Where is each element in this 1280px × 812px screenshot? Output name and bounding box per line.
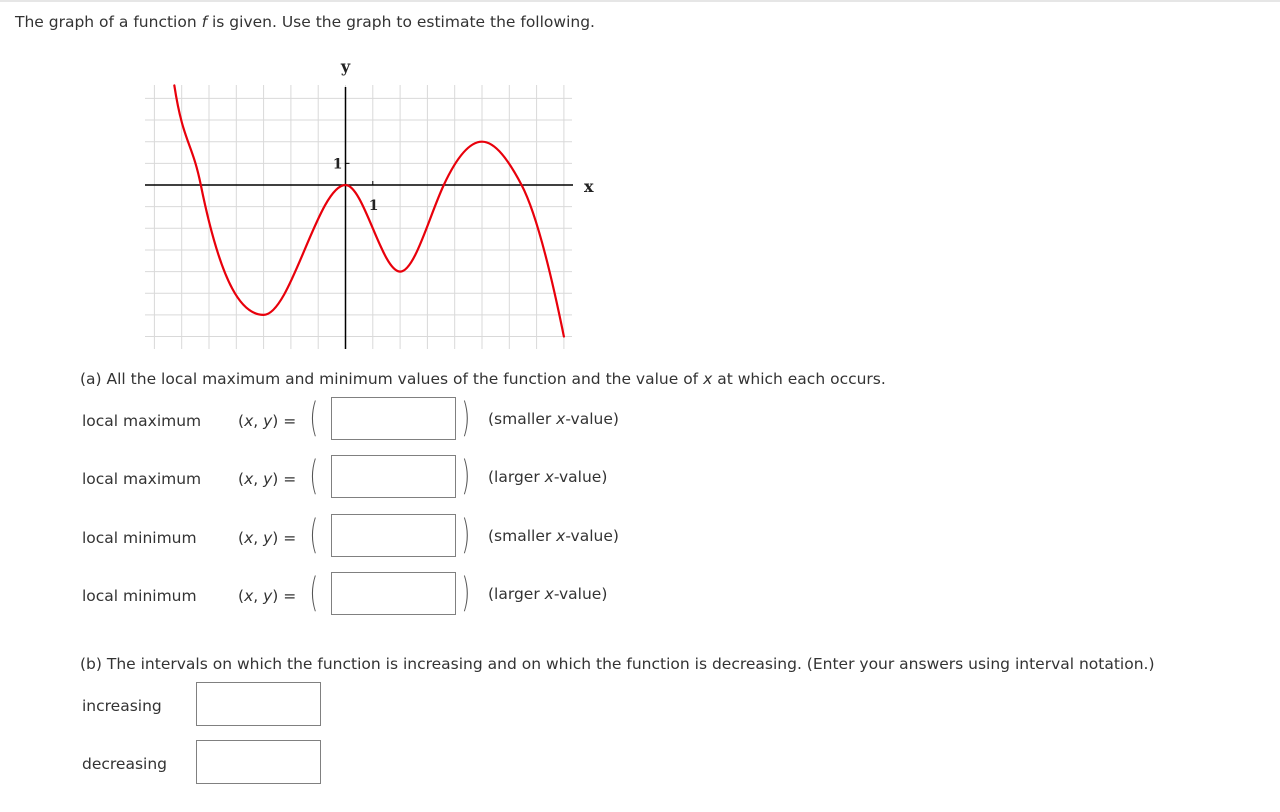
xy-close: ) = (272, 470, 297, 488)
part-a-prompt-start: (a) All the local maximum and minimum va… (80, 370, 704, 388)
note-open: (larger (488, 585, 545, 603)
note-open: (larger (488, 468, 545, 486)
xy-x: x (244, 529, 254, 547)
xy-equals-label: (x, y) = (238, 528, 296, 548)
x-axis-label: x (584, 177, 594, 196)
variable-x: x (703, 370, 713, 388)
xy-y: y (263, 412, 273, 430)
note-x: x (556, 410, 566, 428)
note-close: -value) (553, 468, 608, 486)
local-max-larger-x-input[interactable] (331, 455, 456, 498)
note-larger-x: (larger x-value) (488, 584, 607, 604)
xy-close: ) = (272, 412, 297, 430)
row-label-local-max-1: local maximum (82, 412, 202, 430)
xy-comma: , (253, 587, 264, 605)
decreasing-input[interactable] (196, 740, 321, 784)
xy-y: y (263, 587, 273, 605)
row-label-local-min-2: local minimum (82, 587, 197, 605)
xy-close: ) = (272, 529, 297, 547)
close-paren: ) (461, 512, 471, 558)
increasing-label: increasing (82, 697, 162, 715)
xy-equals-label: (x, y) = (238, 411, 296, 431)
note-open: (smaller (488, 410, 557, 428)
open-paren: ( (309, 512, 319, 558)
xy-y: y (263, 470, 273, 488)
xy-x: x (244, 470, 254, 488)
note-smaller-x: (smaller x-value) (488, 526, 619, 546)
xy-comma: , (253, 412, 264, 430)
local-min-smaller-x-input[interactable] (331, 514, 456, 557)
note-x: x (556, 527, 566, 545)
close-paren: ) (461, 570, 471, 616)
xy-x: x (244, 587, 254, 605)
open-paren: ( (309, 570, 319, 616)
increasing-input[interactable] (196, 682, 321, 726)
xy-equals-label: (x, y) = (238, 469, 296, 489)
part-a-prompt: (a) All the local maximum and minimum va… (80, 369, 886, 389)
open-paren: ( (309, 395, 319, 441)
part-b-prompt: (b) The intervals on which the function … (80, 655, 1155, 673)
note-close: -value) (553, 585, 608, 603)
xy-x: x (244, 412, 254, 430)
part-a-prompt-end: at which each occurs. (712, 370, 886, 388)
note-x: x (544, 468, 554, 486)
grid (145, 85, 572, 349)
note-x: x (544, 585, 554, 603)
xy-close: ) = (272, 587, 297, 605)
note-close: -value) (565, 527, 619, 545)
y-axis-label: y (340, 57, 351, 76)
x-tick-label: 1 (369, 198, 379, 214)
note-smaller-x: (smaller x-value) (488, 409, 619, 429)
row-label-local-min-1: local minimum (82, 529, 197, 547)
y-tick-label: 1 (333, 156, 343, 172)
row-label-local-max-2: local maximum (82, 470, 202, 488)
local-min-larger-x-input[interactable] (331, 572, 456, 615)
close-paren: ) (461, 453, 471, 499)
note-larger-x: (larger x-value) (488, 467, 607, 487)
xy-equals-label: (x, y) = (238, 586, 296, 606)
close-paren: ) (461, 395, 471, 441)
xy-y: y (263, 529, 273, 547)
decreasing-label: decreasing (82, 755, 168, 773)
xy-comma: , (253, 529, 264, 547)
xy-comma: , (253, 470, 264, 488)
local-max-smaller-x-input[interactable] (331, 397, 456, 440)
note-open: (smaller (488, 527, 557, 545)
open-paren: ( (309, 453, 319, 499)
note-close: -value) (565, 410, 619, 428)
function-graph: 1 1 x y (145, 57, 594, 349)
